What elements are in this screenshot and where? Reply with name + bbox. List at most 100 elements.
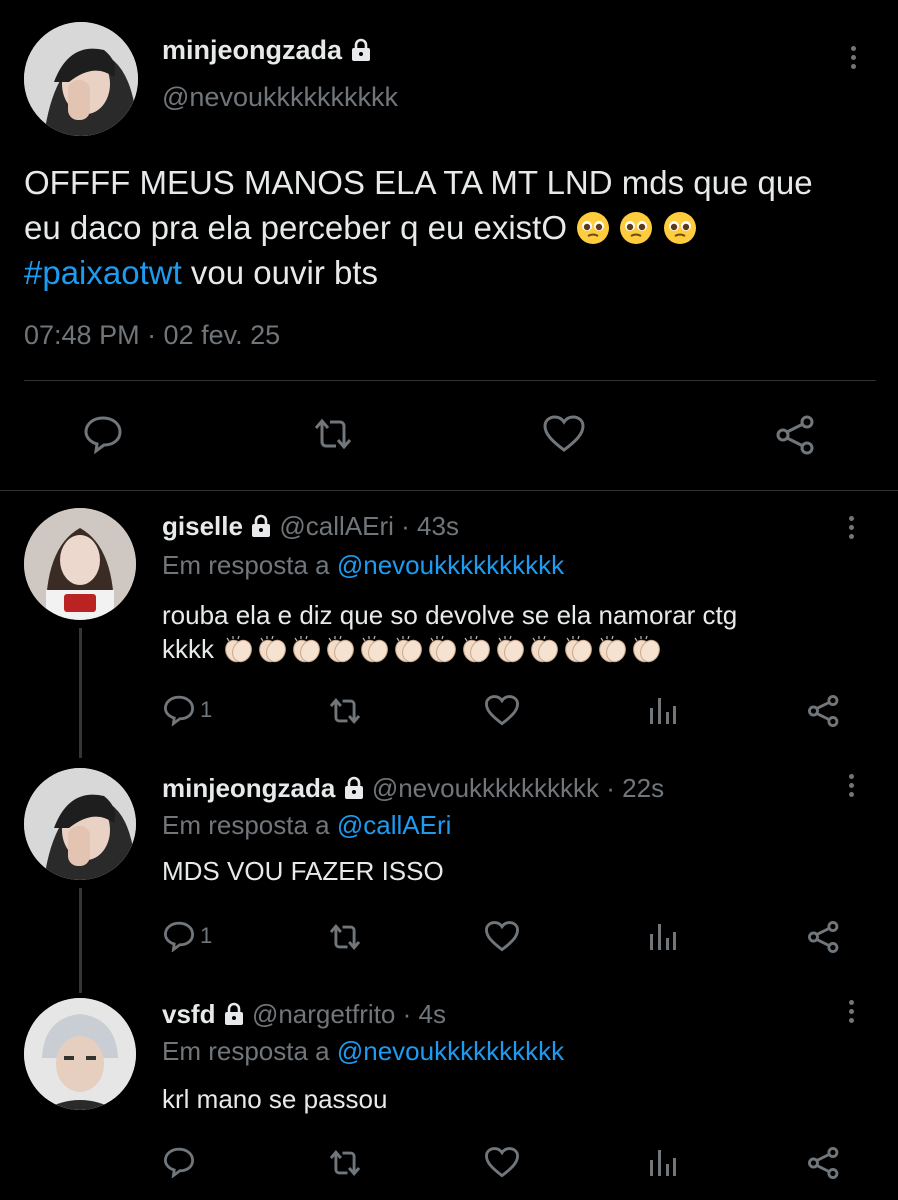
clapping-hands-icon	[497, 635, 525, 663]
reply1-time: · 43s	[393, 511, 459, 541]
reply3-reply-to[interactable]: @nevoukkkkkkkkkk	[337, 1036, 564, 1066]
share-button[interactable]	[806, 1146, 842, 1180]
lock-icon	[224, 1002, 243, 1025]
reply-icon	[84, 416, 122, 454]
reply1-display-name[interactable]: giselle	[162, 511, 243, 541]
like-button[interactable]	[484, 694, 520, 727]
thread-connector	[79, 628, 82, 758]
reply1-handle[interactable]: @callAEri	[279, 511, 394, 541]
reply2-display-name[interactable]: minjeongzada	[162, 773, 335, 803]
main-text-line3: #paixaotwt vou ouvir bts	[24, 250, 884, 295]
clapping-hands-icon	[259, 635, 287, 663]
avatar-reply-giselle[interactable]	[24, 508, 136, 620]
avatar-main-author[interactable]	[24, 22, 138, 136]
like-button[interactable]	[484, 1146, 520, 1179]
reply1-prefix: Em resposta a	[162, 550, 337, 580]
views-button[interactable]	[648, 1146, 678, 1178]
reply-count: 1	[200, 697, 213, 722]
main-tweet-divider	[0, 490, 898, 491]
clapping-hands-icon	[599, 635, 627, 663]
reply3-handle[interactable]: @nargetfrito	[252, 999, 395, 1029]
clapping-hands-icon	[361, 635, 389, 663]
clapping-hands-icon	[531, 635, 559, 663]
share-nodes-icon	[776, 415, 814, 455]
reply-icon	[163, 695, 195, 726]
reply-button[interactable]	[162, 1146, 196, 1178]
avatar-photo	[24, 998, 136, 1110]
reply-count: 1	[200, 923, 213, 948]
share-nodes-icon	[808, 1147, 839, 1179]
avatar-photo	[24, 22, 138, 136]
main-display-name[interactable]: minjeongzada	[162, 35, 342, 65]
retweet-button[interactable]	[310, 416, 356, 452]
views-button[interactable]	[648, 920, 678, 952]
hashtag-link[interactable]: #paixaotwt	[24, 254, 182, 291]
retweet-icon	[314, 418, 352, 450]
reply-button[interactable]: 1	[162, 920, 212, 952]
heart-icon	[485, 921, 519, 952]
reply2-text: MDS VOU FAZER ISSO	[162, 856, 444, 886]
timestamp-divider	[24, 380, 876, 381]
reply2-prefix: Em resposta a	[162, 810, 337, 840]
retweet-button[interactable]	[326, 1148, 364, 1178]
reply3-display-name[interactable]: vsfd	[162, 999, 215, 1029]
main-tweet-text: OFFFF MEUS MANOS ELA TA MT LND mds que q…	[24, 160, 884, 295]
clapping-hands-icon	[293, 635, 321, 663]
main-text-line1: OFFFF MEUS MANOS ELA TA MT LND mds que q…	[24, 164, 813, 201]
reply1-text-line2: kkkk	[162, 634, 214, 664]
share-nodes-icon	[808, 921, 839, 953]
clapping-hands-icon	[395, 635, 423, 663]
views-button[interactable]	[648, 694, 678, 726]
avatar-reply-minjeongzada[interactable]	[24, 768, 136, 880]
reply2-handle[interactable]: @nevoukkkkkkkkkk	[372, 773, 599, 803]
more-options-icon[interactable]	[848, 46, 858, 73]
more-options-icon[interactable]	[846, 516, 856, 543]
pleading-face-icon	[577, 212, 610, 244]
reply-icon	[163, 921, 195, 952]
heart-icon	[485, 1147, 519, 1178]
pleading-face-icon	[620, 212, 653, 244]
avatar-photo	[24, 768, 136, 880]
retweet-icon	[329, 1150, 361, 1176]
lock-icon	[351, 38, 370, 61]
bar-chart-icon	[650, 698, 676, 724]
reply-button[interactable]	[82, 414, 124, 454]
main-timestamp[interactable]: 07:48 PM · 02 fev. 25	[24, 320, 280, 351]
retweet-button[interactable]	[326, 696, 364, 726]
main-text-line3-rest: vou ouvir bts	[181, 254, 379, 291]
retweet-button[interactable]	[326, 922, 364, 952]
more-options-icon[interactable]	[846, 1000, 856, 1027]
main-text-line2: eu daco pra ela perceber q eu existO	[24, 209, 568, 246]
share-button[interactable]	[806, 920, 842, 954]
reply1-text-line1: rouba ela e diz que so devolve se ela na…	[162, 600, 738, 630]
clapping-hands-icon	[633, 635, 661, 663]
clapping-hands-icon	[225, 635, 253, 663]
reply1-context: Em resposta a @nevoukkkkkkkkkk	[162, 550, 564, 581]
reply-icon	[163, 1147, 195, 1178]
avatar-reply-vsfd[interactable]	[24, 998, 136, 1110]
clap-emoji-group	[221, 634, 663, 664]
retweet-icon	[329, 924, 361, 950]
clapping-hands-icon	[429, 635, 457, 663]
reply1-text: rouba ela e diz que so devolve se ela na…	[162, 598, 737, 666]
reply1-reply-to[interactable]: @nevoukkkkkkkkkk	[337, 550, 564, 580]
reply3-context: Em resposta a @nevoukkkkkkkkkk	[162, 1036, 564, 1067]
lock-icon	[252, 514, 271, 537]
reply2-header: minjeongzada @nevoukkkkkkkkkk · 22s	[162, 772, 664, 804]
heart-icon	[485, 695, 519, 726]
share-button[interactable]	[774, 414, 818, 456]
pleading-face-icon	[663, 212, 696, 244]
thread-connector	[79, 888, 82, 993]
reply-button[interactable]: 1	[162, 694, 212, 726]
clapping-hands-icon	[463, 635, 491, 663]
reply2-reply-to[interactable]: @callAEri	[337, 810, 452, 840]
like-button[interactable]	[542, 414, 586, 454]
share-nodes-icon	[808, 695, 839, 727]
reply3-header: vsfd @nargetfrito · 4s	[162, 998, 446, 1030]
main-handle[interactable]: @nevoukkkkkkkkkk	[162, 82, 398, 113]
like-button[interactable]	[484, 920, 520, 953]
avatar-photo	[24, 508, 136, 620]
share-button[interactable]	[806, 694, 842, 728]
more-options-icon[interactable]	[846, 774, 856, 801]
reply1-text-line2-wrap: kkkk	[162, 632, 737, 666]
